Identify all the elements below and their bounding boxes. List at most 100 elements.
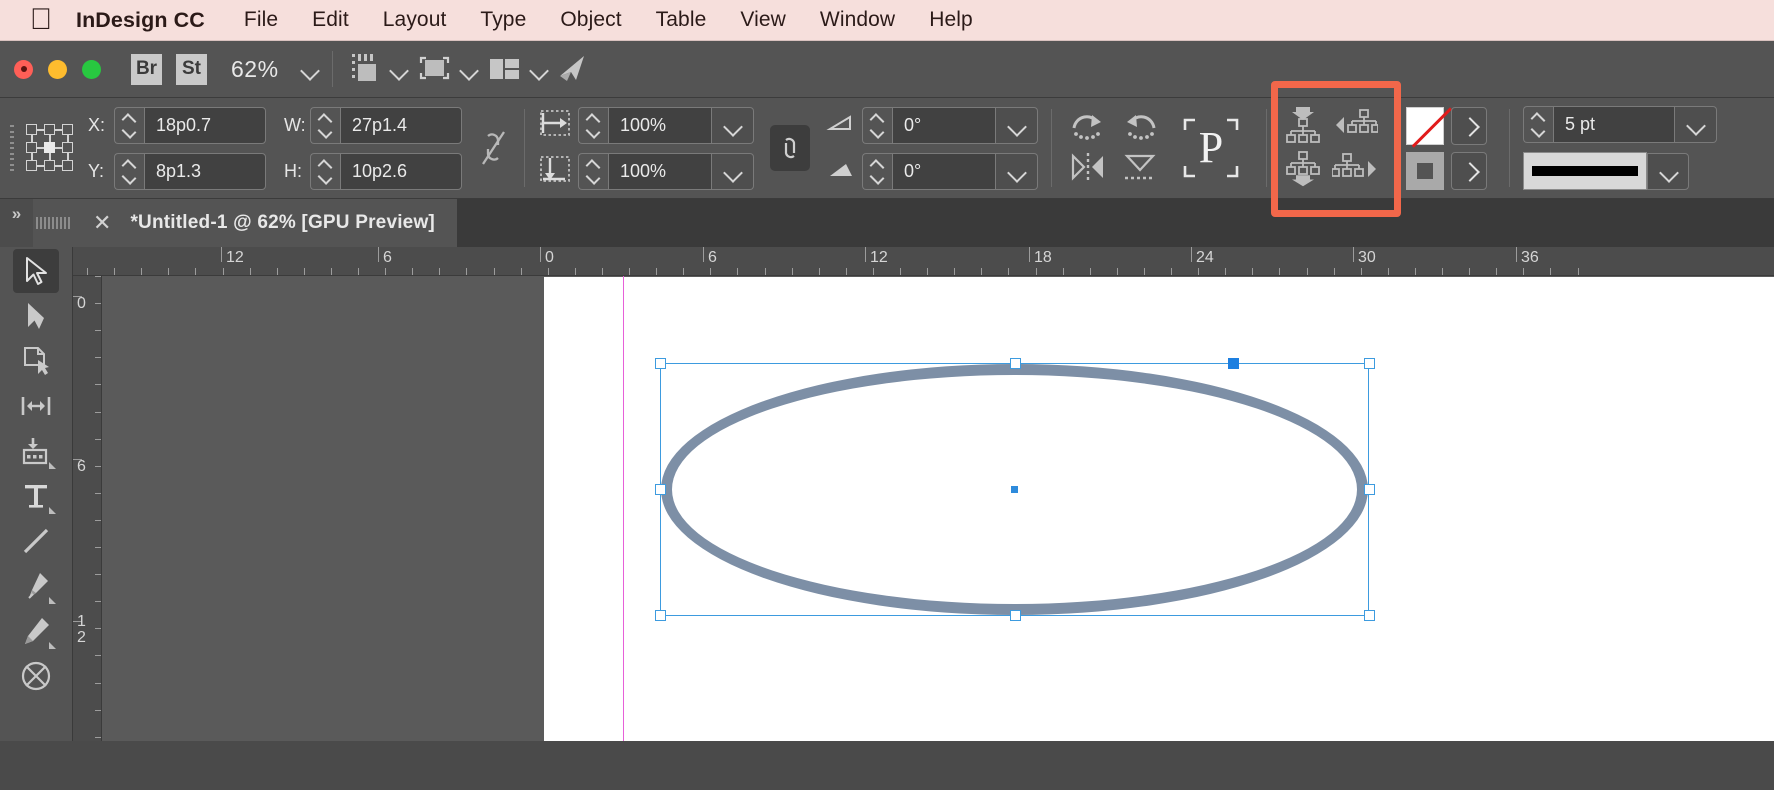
line-tool[interactable]	[13, 519, 59, 563]
rotation-dropdown[interactable]	[996, 106, 1038, 144]
stroke-swatch[interactable]	[1406, 151, 1444, 190]
double-chevron-right-icon[interactable]: »	[0, 199, 33, 247]
svg-text:P: P	[1199, 123, 1223, 172]
scale-y-stepper[interactable]	[578, 152, 608, 190]
shear-stepper[interactable]	[862, 152, 892, 190]
w-input[interactable]: 27p1.4	[340, 106, 462, 144]
document-tab[interactable]: ✕ *Untitled-1 @ 62% [GPU Preview]	[73, 199, 458, 247]
publish-online-icon[interactable]	[554, 52, 594, 86]
type-tool[interactable]	[13, 474, 59, 518]
maximize-window-button[interactable]	[82, 59, 101, 79]
close-window-button[interactable]	[14, 59, 33, 79]
handle-bottom-center[interactable]	[1010, 610, 1021, 621]
page-tool[interactable]	[13, 339, 59, 383]
w-stepper[interactable]	[310, 106, 340, 144]
menu-item-table[interactable]: Table	[639, 8, 724, 32]
stroke-swatch-dropdown[interactable]	[1451, 151, 1487, 190]
rotation-input[interactable]: 0°	[892, 106, 996, 144]
x-stepper[interactable]	[114, 106, 144, 144]
menu-item-file[interactable]: File	[227, 8, 295, 32]
bridge-button[interactable]: Br	[131, 53, 162, 85]
x-label: X:	[88, 114, 106, 135]
fill-stroke-swatch-group	[1406, 106, 1487, 190]
ellipse-frame-tool[interactable]	[13, 654, 59, 698]
stroke-type-dropdown[interactable]	[1647, 152, 1689, 190]
send-backward-icon[interactable]	[1280, 150, 1326, 190]
menu-item-layout[interactable]: Layout	[366, 8, 464, 32]
menu-item-object[interactable]: Object	[543, 8, 638, 32]
chevron-down-icon[interactable]	[386, 56, 412, 82]
align-right-icon[interactable]	[1331, 150, 1378, 190]
rotation-stepper[interactable]	[862, 106, 892, 144]
shear-input[interactable]: 0°	[892, 152, 996, 190]
canvas-area[interactable]: 12 6 0 6 12 18 24 30 36 0 6 12	[73, 247, 1774, 741]
h-input[interactable]: 10p2.6	[340, 152, 462, 190]
menu-item-type[interactable]: Type	[463, 8, 543, 32]
horizontal-ruler[interactable]: 12 6 0 6 12 18 24 30 36	[73, 247, 1774, 276]
handle-top-right-active[interactable]	[1228, 358, 1239, 369]
pen-tool[interactable]	[13, 564, 59, 608]
stroke-type-preview[interactable]	[1523, 152, 1647, 190]
link-scale-icon[interactable]	[770, 125, 810, 171]
shear-dropdown[interactable]	[996, 152, 1038, 190]
bring-forward-icon[interactable]	[1280, 106, 1326, 146]
scale-x-stepper[interactable]	[578, 106, 608, 144]
content-collector-tool[interactable]	[13, 429, 59, 473]
scale-y-dropdown[interactable]	[712, 152, 754, 190]
apple-logo-icon[interactable]: 	[28, 5, 54, 35]
handle-top-right[interactable]	[1364, 358, 1375, 369]
screen-mode-icon[interactable]	[344, 52, 384, 86]
vertical-ruler[interactable]: 0 6 12	[73, 276, 102, 741]
chevron-down-icon[interactable]	[456, 56, 482, 82]
selection-tool[interactable]	[13, 249, 59, 293]
stock-button[interactable]: St	[176, 53, 207, 85]
scale-y-input[interactable]: 100%	[608, 152, 712, 190]
broken-chain-icon[interactable]	[476, 126, 511, 170]
minimize-window-button[interactable]	[48, 59, 67, 79]
fill-swatch-dropdown[interactable]	[1451, 106, 1487, 145]
arrange-documents-icon[interactable]	[484, 52, 524, 86]
align-left-icon[interactable]	[1332, 106, 1379, 146]
handle-middle-right[interactable]	[1364, 484, 1375, 495]
y-input[interactable]: 8p1.3	[144, 152, 266, 190]
scale-x-input[interactable]: 100%	[608, 106, 712, 144]
h-stepper[interactable]	[310, 152, 340, 190]
preview-mode-icon[interactable]	[414, 52, 454, 86]
scale-x-dropdown[interactable]	[712, 106, 754, 144]
stroke-weight-dropdown[interactable]	[1675, 106, 1717, 143]
handle-bottom-right[interactable]	[1364, 610, 1375, 621]
stroke-weight-input[interactable]: 5 pt	[1553, 106, 1675, 143]
gap-tool[interactable]	[13, 384, 59, 428]
pencil-tool[interactable]	[13, 609, 59, 653]
text-frame-options-icon[interactable]: P	[1177, 112, 1245, 184]
handle-bottom-left[interactable]	[655, 610, 666, 621]
menu-item-window[interactable]: Window	[803, 8, 912, 32]
x-input[interactable]: 18p0.7	[144, 106, 266, 144]
workspace: 12 6 0 6 12 18 24 30 36 0 6 12	[0, 247, 1774, 741]
menu-item-indesign[interactable]: InDesign CC	[76, 8, 227, 33]
reference-point-proxy[interactable]	[26, 124, 74, 172]
flip-horizontal-icon[interactable]	[1065, 150, 1111, 190]
rotate-clockwise-icon[interactable]	[1065, 106, 1111, 146]
y-stepper[interactable]	[114, 152, 144, 190]
close-icon[interactable]: ✕	[93, 212, 111, 234]
handle-top-left[interactable]	[655, 358, 666, 369]
rotate-counterclockwise-icon[interactable]	[1117, 106, 1163, 146]
toolbar-grip[interactable]	[33, 199, 73, 247]
chevron-down-icon[interactable]	[297, 56, 323, 82]
transform-center-point[interactable]	[1011, 486, 1018, 493]
pasteboard[interactable]	[102, 275, 1774, 741]
handle-middle-left[interactable]	[655, 484, 666, 495]
menu-item-view[interactable]: View	[723, 8, 803, 32]
panel-grip[interactable]	[10, 125, 16, 171]
stroke-weight-stepper[interactable]	[1523, 106, 1553, 143]
flip-vertical-icon[interactable]	[1117, 150, 1163, 190]
menu-item-help[interactable]: Help	[912, 8, 990, 32]
chevron-down-icon[interactable]	[526, 56, 552, 82]
menu-item-edit[interactable]: Edit	[295, 8, 366, 32]
direct-selection-tool[interactable]	[13, 294, 59, 338]
handle-top-center[interactable]	[1010, 358, 1021, 369]
fill-swatch-none[interactable]	[1406, 106, 1453, 148]
size-fields: W: 27p1.4 H: 10p2.6	[284, 106, 462, 190]
zoom-level-value[interactable]: 62%	[231, 56, 279, 83]
